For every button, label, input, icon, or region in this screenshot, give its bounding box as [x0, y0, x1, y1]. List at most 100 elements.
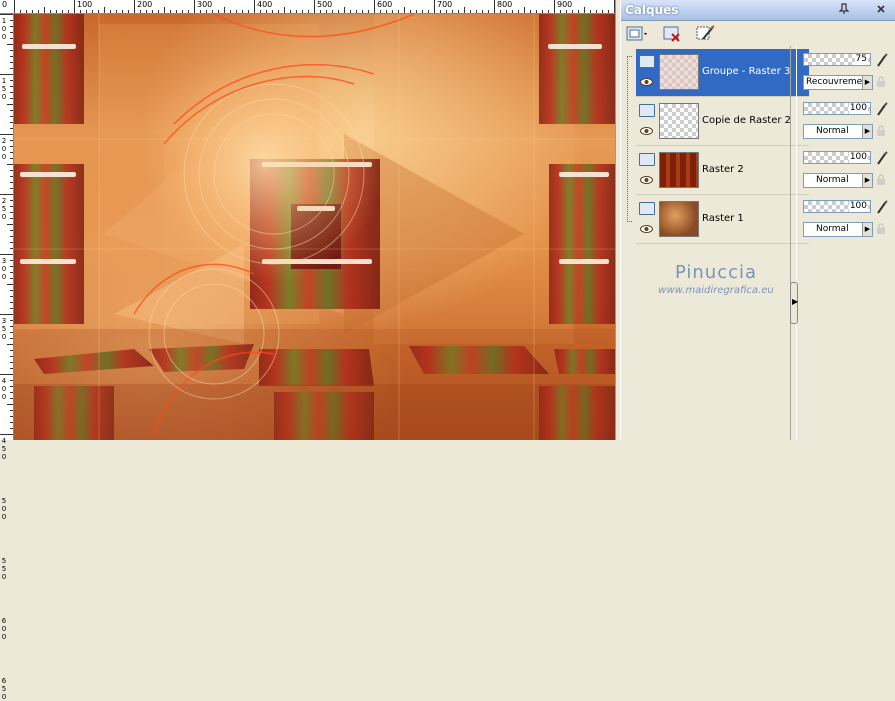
new-layer-button[interactable] — [625, 24, 647, 44]
delete-layer-button[interactable] — [662, 24, 684, 44]
layer-properties-button[interactable] — [695, 24, 717, 44]
lock-icon[interactable] — [876, 174, 886, 185]
ruler-label: 2 — [1, 137, 7, 145]
ruler-label: 0 — [1, 265, 7, 273]
ruler-tick — [188, 10, 189, 13]
ruler-tick — [452, 10, 453, 13]
ruler-tick — [0, 194, 13, 195]
opacity-slider[interactable]: 100 — [803, 200, 871, 213]
ruler-tick — [7, 104, 13, 105]
watermark-url: www.maidiregrafica.eu — [658, 285, 774, 296]
watermark: Pinuccia www.maidiregrafica.eu — [641, 262, 791, 296]
layer-row[interactable]: Copie de Raster 2 — [636, 98, 809, 146]
opacity-slider[interactable]: 100 — [803, 102, 871, 115]
ruler-tick — [0, 14, 13, 15]
brush-icon[interactable] — [875, 101, 889, 117]
ruler-tick — [266, 10, 267, 13]
layer-row[interactable]: Raster 1 — [636, 196, 809, 244]
delete-layer-icon — [663, 26, 680, 42]
ruler-tick — [176, 10, 177, 13]
brush-icon[interactable] — [875, 199, 889, 215]
splitter-grip[interactable]: ▶ — [790, 282, 798, 324]
layer-props: 100 Normal ▶ — [800, 98, 895, 146]
layer-name: Raster 1 — [702, 213, 744, 224]
ruler-tick — [10, 296, 13, 297]
opacity-slider[interactable]: 75 — [803, 53, 871, 66]
blend-mode-select[interactable]: Normal ▶ — [803, 124, 873, 139]
ruler-tick — [374, 0, 375, 13]
lock-icon[interactable] — [876, 223, 886, 234]
ruler-tick — [332, 10, 333, 13]
ruler-tick — [10, 170, 13, 171]
ruler-tick — [10, 380, 13, 381]
ruler-tick — [10, 398, 13, 399]
image-canvas[interactable] — [14, 14, 615, 440]
layer-row[interactable]: Groupe - Raster 3 — [636, 49, 809, 97]
ruler-tick — [398, 10, 399, 13]
close-icon[interactable] — [874, 3, 888, 17]
ruler-tick — [170, 10, 171, 13]
ruler-tick — [10, 182, 13, 183]
ruler-tick — [10, 410, 13, 411]
ruler-label: 0 — [1, 633, 7, 641]
pin-icon[interactable] — [837, 3, 851, 17]
ruler-tick — [10, 362, 13, 363]
ruler-label: 0 — [1, 513, 7, 521]
ruler-tick — [236, 10, 237, 13]
ruler-label: 700 — [437, 0, 453, 9]
layer-row[interactable]: Raster 2 — [636, 147, 809, 195]
brush-icon[interactable] — [875, 150, 889, 166]
vertical-ruler: 100150200250300350400450500550600650 — [0, 14, 14, 701]
ruler-tick — [10, 308, 13, 309]
ruler-tick — [10, 110, 13, 111]
ruler-tick — [260, 10, 261, 13]
ruler-tick — [428, 10, 429, 13]
ruler-tick — [10, 80, 13, 81]
ruler-label: 0 — [1, 505, 7, 513]
ruler-label: 1 — [1, 17, 7, 25]
ruler-label: 0 — [1, 693, 7, 701]
layers-palette: Calques Groupe - Raster 3 Copie de Raste… — [621, 0, 895, 440]
blend-mode-select[interactable]: Normal ▶ — [803, 222, 873, 237]
ruler-tick — [10, 146, 13, 147]
ruler-tick — [218, 10, 219, 13]
ruler-tick — [10, 98, 13, 99]
ruler-tick — [434, 0, 435, 13]
blend-mode-select[interactable]: Recouvrement▶ — [803, 75, 873, 90]
lock-icon[interactable] — [876, 125, 886, 136]
lock-icon[interactable] — [876, 76, 886, 87]
ruler-label: 3 — [1, 317, 7, 325]
eye-icon[interactable] — [640, 127, 653, 135]
ruler-label: 200 — [137, 0, 153, 9]
ruler-tick — [554, 0, 555, 13]
brush-icon[interactable] — [875, 52, 889, 68]
ruler-label: 0 — [1, 33, 7, 41]
eye-icon[interactable] — [640, 176, 653, 184]
ruler-tick — [10, 20, 13, 21]
eye-icon[interactable] — [640, 225, 653, 233]
ruler-label: 3 — [1, 257, 7, 265]
ruler-label: 1 — [1, 77, 7, 85]
ruler-tick — [392, 10, 393, 13]
ruler-tick — [10, 176, 13, 177]
ruler-tick — [308, 10, 309, 13]
ruler-tick — [44, 7, 45, 13]
ruler-tick — [10, 50, 13, 51]
ruler-tick — [10, 236, 13, 237]
ruler-label: 5 — [1, 445, 7, 453]
ruler-tick — [10, 212, 13, 213]
layer-props: 100 Normal ▶ — [800, 147, 895, 195]
ruler-tick — [10, 266, 13, 267]
ruler-tick — [7, 224, 13, 225]
opacity-value: 75 — [854, 54, 868, 65]
panel-splitter[interactable] — [790, 46, 797, 440]
ruler-label: 400 — [257, 0, 273, 9]
chevron-right-icon: ▶ — [792, 297, 799, 306]
layer-name: Groupe - Raster 3 — [702, 66, 791, 77]
ruler-label: 0 — [1, 573, 7, 581]
opacity-slider[interactable]: 100 — [803, 151, 871, 164]
eye-icon[interactable] — [640, 78, 653, 86]
blend-mode-select[interactable]: Normal ▶ — [803, 173, 873, 188]
ruler-label: 0 — [1, 153, 7, 161]
new-layer-icon — [626, 26, 647, 41]
